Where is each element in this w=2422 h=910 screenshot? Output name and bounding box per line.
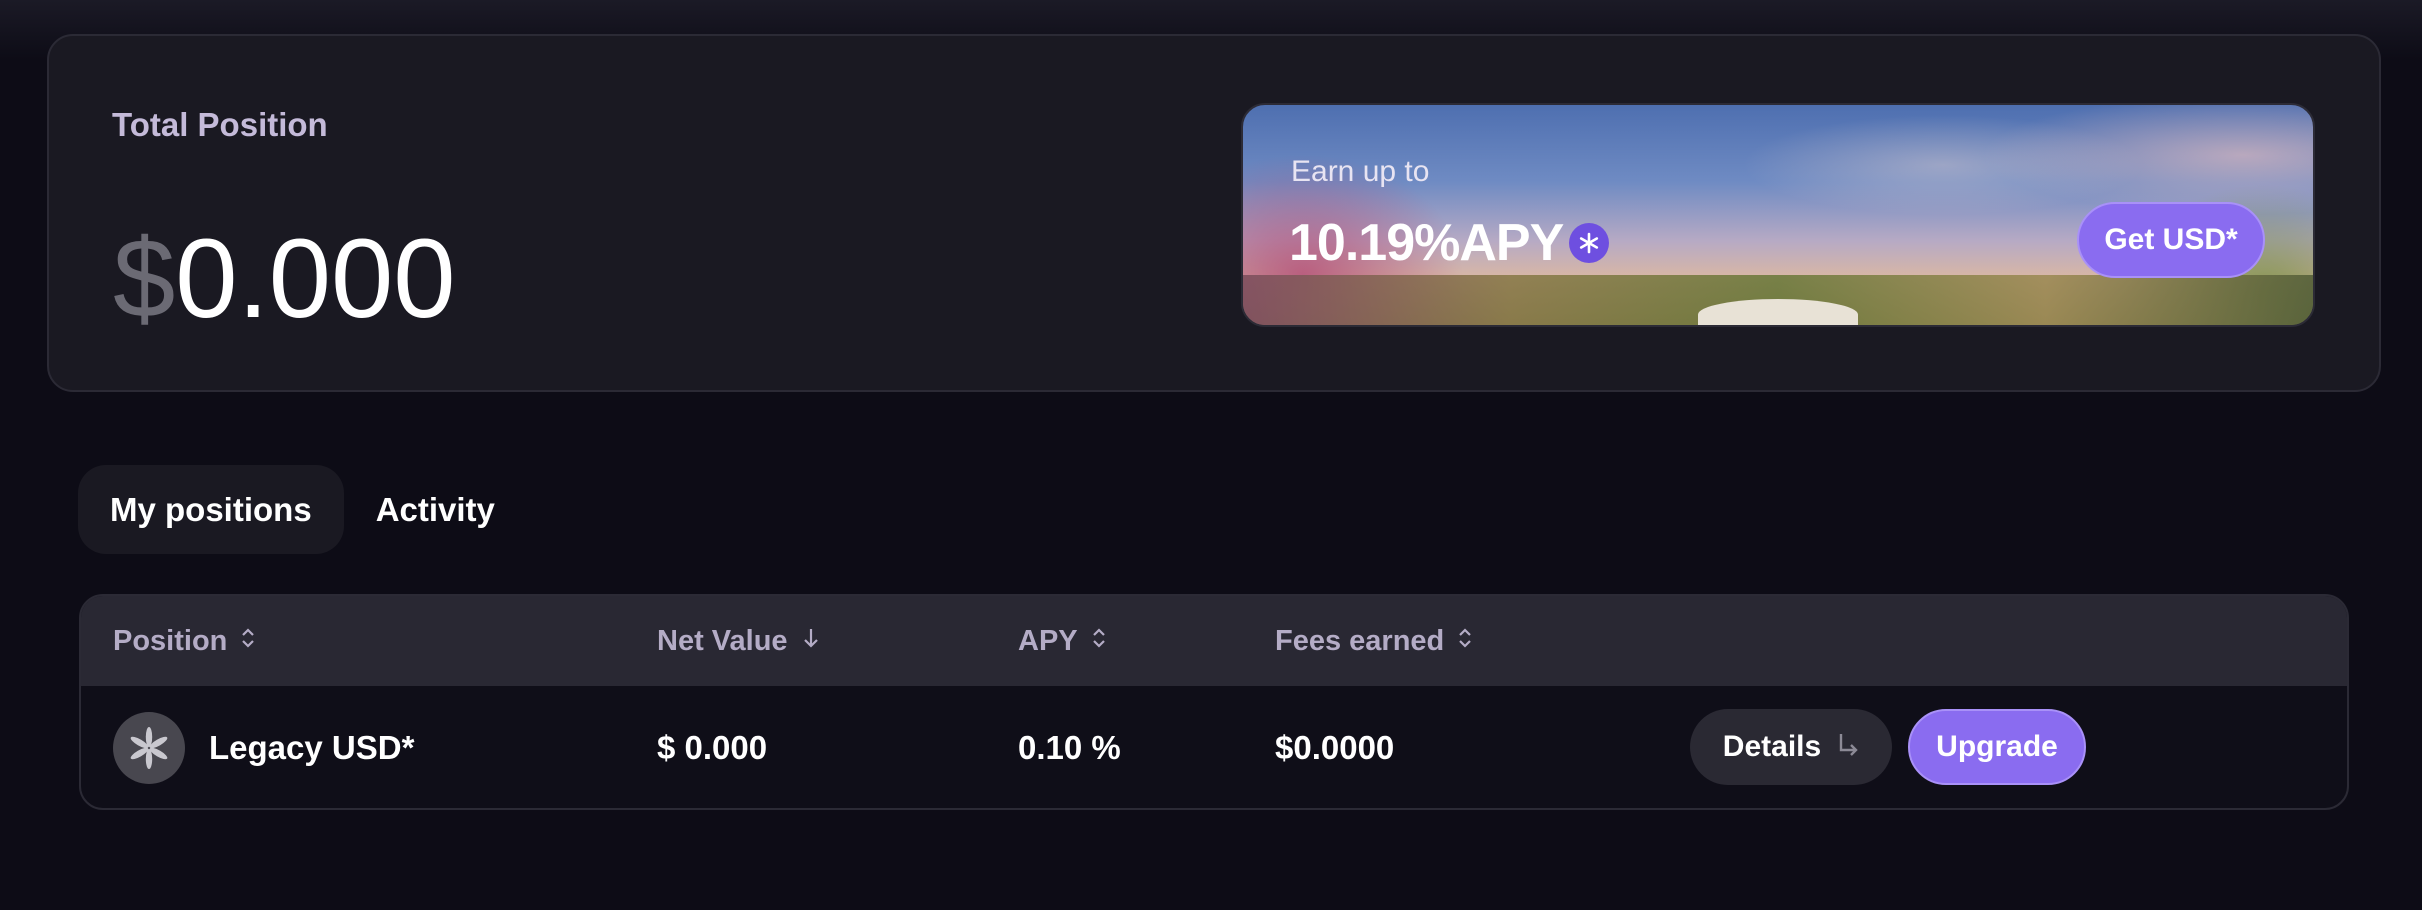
details-label: Details	[1722, 730, 1822, 763]
tab-activity[interactable]: Activity	[344, 465, 527, 554]
position-name: Legacy USD*	[209, 729, 415, 766]
column-label-apy: APY	[1018, 624, 1078, 657]
sort-down-icon	[802, 626, 820, 657]
promo-pedestal	[1698, 299, 1858, 325]
arrow-return-icon	[1837, 731, 1859, 764]
amount-value: 0.000	[175, 216, 456, 341]
column-label-net-value: Net Value	[657, 624, 788, 657]
position-cell: Legacy USD*	[113, 686, 415, 808]
total-position-card: Total Position $0.000 Earn up to 10.19%A…	[47, 34, 2381, 392]
sort-both-icon	[241, 626, 255, 657]
sort-both-icon	[1092, 626, 1106, 657]
promo-rate: 10.19%APY	[1289, 214, 1610, 272]
column-header-position[interactable]: Position	[113, 596, 255, 686]
column-header-fees-earned[interactable]: Fees earned	[1275, 596, 1472, 686]
fees-earned-cell: $0.0000	[1275, 729, 1395, 766]
tab-my-positions[interactable]: My positions	[78, 465, 344, 554]
details-button[interactable]: Details	[1690, 709, 1892, 785]
promo-earn-label: Earn up to	[1291, 155, 1430, 188]
legacy-usd-asterisk-icon	[113, 712, 185, 784]
table-row: Legacy USD* $ 0.000 0.10 % $0.0000 Detai…	[81, 686, 2347, 808]
total-position-amount: $0.000	[113, 214, 456, 344]
column-label-fees-earned: Fees earned	[1275, 624, 1445, 657]
promo-rate-value: 10.19%APY	[1289, 214, 1564, 272]
column-header-apy[interactable]: APY	[1018, 596, 1106, 686]
positions-table: Position Net Value APY Fees earned Legac…	[79, 594, 2349, 810]
sort-both-icon	[1458, 626, 1472, 657]
apy-cell: 0.10 %	[1018, 729, 1121, 766]
upgrade-button[interactable]: Upgrade	[1908, 709, 2086, 785]
currency-symbol: $	[113, 216, 176, 341]
total-position-label: Total Position	[112, 106, 328, 143]
net-value-cell: $ 0.000	[657, 729, 768, 766]
positions-tabs: My positions Activity	[78, 465, 527, 554]
column-label-position: Position	[113, 624, 228, 657]
column-header-net-value[interactable]: Net Value	[657, 596, 820, 686]
table-header: Position Net Value APY Fees earned	[81, 596, 2347, 686]
asterisk-badge-icon	[1569, 223, 1610, 263]
get-usd-button[interactable]: Get USD*	[2077, 202, 2265, 278]
earn-promo-banner: Earn up to 10.19%APY Get USD*	[1241, 103, 2315, 327]
